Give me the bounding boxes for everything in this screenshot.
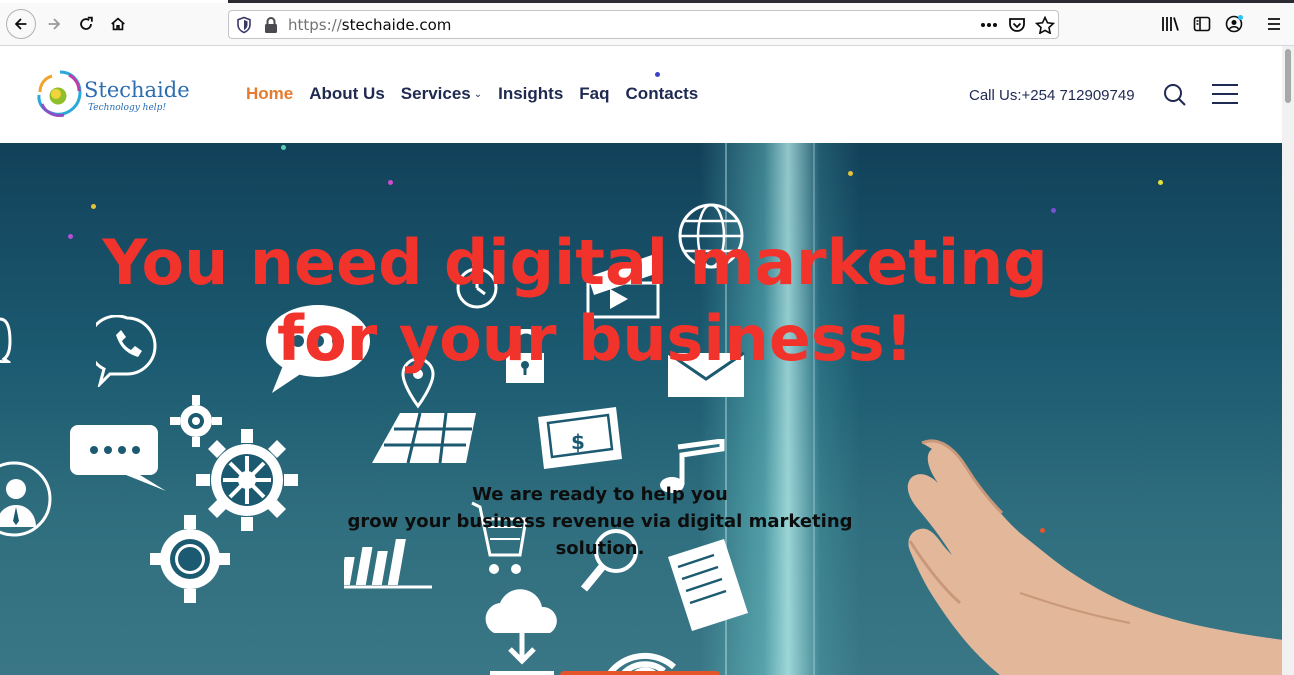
tab-strip-edge <box>0 0 1294 3</box>
logo-name: Stechaide <box>84 78 190 102</box>
menu-item-services[interactable]: Services ⌄ <box>401 84 482 104</box>
menu-item-label: Services <box>400 84 471 103</box>
hand-image <box>907 439 1282 675</box>
site-header: Stechaide Technology help! Home About Us… <box>0 46 1282 143</box>
chevron-down-icon: ⌄ <box>473 88 483 100</box>
menu-item-about-us[interactable]: About Us <box>309 84 385 104</box>
hero-title-line: for your business! <box>277 302 913 375</box>
account-icon <box>1225 15 1243 33</box>
menu-item-home[interactable]: Home <box>246 84 293 104</box>
logo-tagline: Technology help! <box>88 103 167 113</box>
hamburger-line <box>1212 93 1238 95</box>
hero-title: You need digital marketing for your busi… <box>0 225 1150 377</box>
confetti-dot <box>1051 208 1056 213</box>
cloud-download-icon <box>485 589 557 675</box>
wifi-icon <box>607 652 676 675</box>
hero-subtitle-line: solution. <box>555 538 645 559</box>
hero-cta-button[interactable] <box>560 671 720 675</box>
home-icon <box>111 17 125 31</box>
scrollbar-thumb[interactable] <box>1285 49 1291 103</box>
confetti-dot <box>1158 180 1163 185</box>
reload-button[interactable] <box>72 10 100 38</box>
logo-swirl-icon <box>37 70 82 117</box>
sidebar-button[interactable] <box>1192 14 1212 34</box>
forward-button[interactable] <box>40 10 68 38</box>
medium-gear-icon <box>150 515 230 603</box>
svg-text:$: $ <box>571 430 585 454</box>
page-actions-icon[interactable] <box>979 16 999 34</box>
hero-subtitle-line: grow your business revenue via digital m… <box>347 511 853 532</box>
hero-title-line: You need digital marketing <box>102 226 1048 299</box>
decor-dot <box>655 72 660 77</box>
hero-section: $ You need digital marketing for your bu… <box>0 143 1282 675</box>
menu-item-faq[interactable]: Faq <box>579 84 609 104</box>
library-icon <box>1162 17 1179 31</box>
confetti-dot <box>281 145 286 150</box>
reload-icon <box>80 16 93 30</box>
url-text[interactable]: https://stechaide.com <box>288 16 451 34</box>
pocket-icon[interactable] <box>1007 16 1027 34</box>
hero-subtitle-line: We are ready to help you <box>472 484 728 505</box>
arrow-left-icon <box>14 18 27 30</box>
menu-item-label: Home <box>246 84 294 103</box>
call-us-text[interactable]: Call Us:+254 712909749 <box>969 87 1135 104</box>
account-button[interactable] <box>1224 14 1244 34</box>
confetti-dot <box>848 171 853 176</box>
library-button[interactable] <box>1160 14 1180 34</box>
hero-subtitle: We are ready to help you grow your busin… <box>300 481 900 562</box>
menu-item-label: Insights <box>498 84 564 103</box>
menu-item-contacts[interactable]: Contacts <box>626 84 699 104</box>
hamburger-line <box>1212 84 1238 86</box>
app-menu-button[interactable] <box>1264 14 1284 34</box>
address-bar[interactable]: https://stechaide.com <box>228 10 1059 39</box>
hamburger-icon <box>1268 18 1280 30</box>
menu-item-label: Faq <box>579 84 610 103</box>
main-menu: Home About Us Services ⌄ Insights Faq Con… <box>246 84 698 104</box>
user-profile-icon <box>0 461 52 537</box>
menu-item-insights[interactable]: Insights <box>498 84 563 104</box>
confetti-dot <box>388 180 393 185</box>
tracking-shield-icon[interactable] <box>235 16 253 34</box>
confetti-dot <box>91 204 96 209</box>
bookmark-star-icon[interactable] <box>1035 16 1055 34</box>
page-scrollbar[interactable] <box>1282 46 1294 675</box>
site-logo[interactable]: Stechaide Technology help! <box>36 68 190 120</box>
arrow-right-icon <box>48 18 61 30</box>
site-search-button[interactable] <box>1162 82 1188 108</box>
back-button[interactable] <box>6 9 36 39</box>
lock-icon[interactable] <box>263 16 279 34</box>
menu-item-label: About Us <box>309 84 385 103</box>
chat-dots-icon <box>70 425 166 491</box>
site-menu-toggle[interactable] <box>1212 84 1238 106</box>
sidebar-icon <box>1193 16 1211 32</box>
hamburger-line <box>1212 102 1238 104</box>
browser-toolbar: https://stechaide.com <box>0 0 1294 46</box>
home-button[interactable] <box>104 10 132 38</box>
money-bill-icon: $ <box>538 407 622 469</box>
menu-item-label: Contacts <box>625 84 699 103</box>
search-icon <box>1164 84 1186 106</box>
